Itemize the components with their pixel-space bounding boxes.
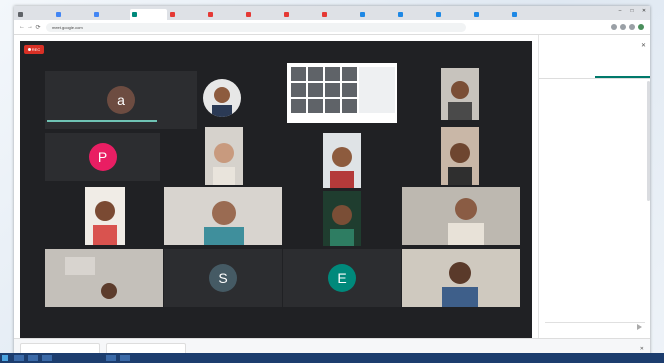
participant-tile-e[interactable]: E	[283, 249, 401, 307]
tab-favicon-icon	[56, 12, 61, 17]
send-icon[interactable]	[637, 324, 642, 330]
browser-tab[interactable]	[472, 9, 509, 20]
extension-icon[interactable]	[629, 24, 635, 30]
chat-messages	[547, 85, 645, 91]
recording-badge: REC	[24, 45, 44, 54]
tab-favicon-icon	[18, 12, 23, 17]
participant-video[interactable]	[402, 187, 520, 245]
close-icon[interactable]: ✕	[641, 42, 646, 49]
extension-icon[interactable]	[620, 24, 626, 30]
meet-favicon-icon	[132, 12, 137, 17]
tab-favicon-icon	[170, 12, 175, 17]
participant-face-icon	[323, 133, 361, 188]
url-field[interactable]: meet.google.com	[46, 22, 466, 32]
profile-avatar[interactable]	[638, 24, 644, 30]
participant-video[interactable]	[203, 79, 241, 117]
participant-avatar: S	[209, 264, 237, 292]
screen-share-tile[interactable]	[287, 63, 397, 123]
taskbar	[0, 353, 664, 363]
browser-tab[interactable]	[358, 9, 395, 20]
tab-people[interactable]	[539, 61, 595, 78]
taskbar-app-icon[interactable]	[120, 355, 130, 361]
chat-panel: ✕	[538, 35, 650, 338]
tab-chat[interactable]	[595, 61, 650, 78]
participant-face-icon	[45, 249, 163, 307]
participant-video[interactable]	[441, 68, 479, 120]
tab-favicon-icon	[360, 12, 365, 17]
browser-tab[interactable]	[244, 9, 281, 20]
browser-window: – □ ✕ ← → ⟳ meet.google.com REC a P S E …	[14, 6, 650, 358]
participant-tile-s[interactable]: S	[164, 249, 282, 307]
tab-favicon-icon	[246, 12, 251, 17]
back-icon[interactable]: ←	[18, 24, 26, 30]
close-icon[interactable]: ✕	[640, 346, 650, 352]
browser-tab[interactable]	[16, 9, 53, 20]
participant-face-icon	[402, 187, 520, 245]
address-bar: ← → ⟳ meet.google.com	[14, 20, 650, 35]
tab-favicon-icon	[436, 12, 441, 17]
participant-face-icon	[205, 127, 243, 185]
taskbar-app-icon[interactable]	[106, 355, 116, 361]
chat-scrollbar[interactable]	[647, 81, 650, 201]
browser-tab[interactable]	[396, 9, 433, 20]
participant-video[interactable]	[323, 191, 361, 246]
participant-video[interactable]	[441, 127, 479, 185]
participant-face-icon	[164, 187, 282, 245]
participant-tile-p[interactable]: P	[45, 133, 160, 181]
panel-tabs	[539, 61, 650, 79]
chat-input[interactable]	[545, 322, 645, 334]
participant-avatar: E	[328, 264, 356, 292]
browser-tab-active[interactable]	[130, 9, 167, 20]
taskbar-app-icon[interactable]	[42, 355, 52, 361]
browser-tab[interactable]	[206, 9, 243, 20]
tab-favicon-icon	[94, 12, 99, 17]
participant-face-icon	[441, 68, 479, 120]
participant-face-icon	[441, 127, 479, 185]
participant-tile-a[interactable]: a	[45, 71, 197, 129]
video-grid: REC a P S E	[20, 41, 532, 338]
participant-face-icon	[402, 249, 520, 307]
extension-icons	[611, 24, 650, 30]
tab-strip: – □ ✕	[14, 6, 650, 20]
browser-tab[interactable]	[282, 9, 319, 20]
browser-tab[interactable]	[168, 9, 205, 20]
window-controls: – □ ✕	[614, 6, 650, 16]
tab-favicon-icon	[512, 12, 517, 17]
participant-video[interactable]	[164, 187, 282, 245]
participant-video[interactable]	[402, 249, 520, 307]
participant-face-icon	[85, 187, 125, 245]
tab-favicon-icon	[474, 12, 479, 17]
presentation-sidebar	[359, 67, 395, 113]
speaking-indicator	[47, 120, 157, 122]
close-window-icon[interactable]: ✕	[638, 6, 650, 16]
tab-favicon-icon	[208, 12, 213, 17]
participant-video[interactable]	[85, 187, 125, 245]
tab-favicon-icon	[322, 12, 327, 17]
tab-favicon-icon	[398, 12, 403, 17]
taskbar-app-icon[interactable]	[28, 355, 38, 361]
browser-tab[interactable]	[320, 9, 357, 20]
participant-avatar: P	[88, 143, 117, 171]
forward-icon[interactable]: →	[26, 24, 34, 30]
star-icon[interactable]	[611, 24, 617, 30]
participant-video[interactable]	[45, 249, 163, 307]
participant-video[interactable]	[323, 133, 361, 188]
start-icon[interactable]	[2, 355, 8, 361]
browser-tab[interactable]	[54, 9, 91, 20]
maximize-icon[interactable]: □	[626, 6, 638, 16]
browser-tab[interactable]	[92, 9, 129, 20]
browser-tab[interactable]	[434, 9, 471, 20]
presentation-grid	[291, 67, 357, 113]
meet-area: REC a P S E ✕	[14, 35, 650, 338]
minimize-icon[interactable]: –	[614, 6, 626, 16]
participant-face-icon	[203, 79, 241, 117]
participant-video[interactable]	[205, 127, 243, 185]
reload-icon[interactable]: ⟳	[34, 24, 42, 31]
tab-favicon-icon	[284, 12, 289, 17]
browser-tab[interactable]	[510, 9, 547, 20]
participant-avatar: a	[107, 86, 135, 114]
participant-face-icon	[323, 191, 361, 246]
taskbar-app-icon[interactable]	[14, 355, 24, 361]
